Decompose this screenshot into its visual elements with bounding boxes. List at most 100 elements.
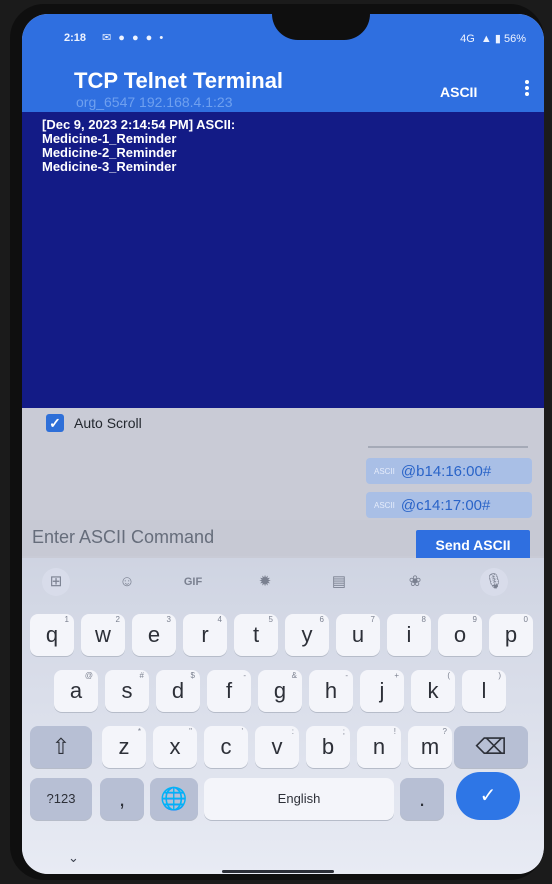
key-b[interactable]: b;: [306, 726, 350, 768]
camera-notch: [272, 14, 370, 40]
key-t[interactable]: t5: [234, 614, 278, 656]
key-hint: ): [498, 671, 501, 680]
key-e[interactable]: e3: [132, 614, 176, 656]
key-label: ⇧: [51, 734, 71, 759]
key-i[interactable]: i8: [387, 614, 431, 656]
key-label: f: [225, 678, 233, 703]
key-hint: ": [189, 727, 192, 736]
translate-icon[interactable]: ▤: [322, 568, 356, 596]
screen: 2:18 ✉ ● ● ● • 4G ▲ ▮ 56% TCP Telnet Ter…: [22, 14, 544, 874]
key-hint: @: [84, 671, 93, 680]
key-hint: 8: [421, 615, 426, 624]
comma-key[interactable]: ,: [100, 778, 144, 820]
keyboard-toolbar: ⊞ ☺ GIF ✹ ▤ ❀ 🎙: [22, 568, 544, 602]
key-y[interactable]: y6: [285, 614, 329, 656]
mic-icon[interactable]: 🎙: [480, 568, 508, 596]
terminal-line: Medicine-1_Reminder: [42, 131, 177, 146]
key-hint: ': [241, 727, 243, 736]
key-hint: 3: [166, 615, 171, 624]
history-value: @c14:17:00#: [400, 496, 491, 514]
key-label: ,: [118, 786, 126, 811]
terminal-output[interactable]: [Dec 9, 2023 2:14:54 PM] ASCII: Medicine…: [22, 112, 544, 408]
key-hint: 4: [217, 615, 222, 624]
check-icon[interactable]: ✓: [456, 772, 520, 820]
key-label: 🌐: [160, 786, 188, 811]
key-o[interactable]: o9: [438, 614, 482, 656]
key-label: y: [301, 622, 313, 647]
key-d[interactable]: d $: [156, 670, 200, 712]
key-q[interactable]: q1: [30, 614, 74, 656]
send-ascii-button[interactable]: Send ASCII: [416, 530, 530, 560]
key-label: x: [169, 734, 181, 759]
key-n[interactable]: n!: [357, 726, 401, 768]
ascii-command-input[interactable]: [32, 522, 412, 552]
settings-icon[interactable]: ✹: [248, 568, 282, 596]
backspace-icon[interactable]: ⌫: [454, 726, 528, 768]
key-label: i: [406, 622, 412, 647]
auto-scroll-toggle[interactable]: ✓ Auto Scroll: [46, 414, 142, 432]
gif-button[interactable]: GIF: [176, 568, 210, 596]
key-label: u: [351, 622, 365, 647]
sticker-icon[interactable]: ☺: [110, 568, 144, 596]
key-label: p: [504, 622, 518, 647]
key-hint: 7: [370, 615, 375, 624]
key-s[interactable]: s #: [105, 670, 149, 712]
key-hint: ?: [442, 727, 447, 736]
key-hint: -: [345, 671, 348, 680]
key-p[interactable]: p0: [489, 614, 533, 656]
key-g[interactable]: g &: [258, 670, 302, 712]
key-j[interactable]: j +: [360, 670, 404, 712]
key-label: ?123: [46, 791, 76, 806]
apps-icon[interactable]: ⊞: [42, 568, 70, 596]
symbols-key[interactable]: ?123: [30, 778, 92, 820]
network-label: 4G: [460, 33, 475, 45]
more-vert-icon[interactable]: [522, 78, 532, 100]
key-label: l: [481, 678, 487, 703]
key-r[interactable]: r4: [183, 614, 227, 656]
key-f[interactable]: f-: [207, 670, 251, 712]
key-label: j: [379, 678, 385, 703]
key-label: ⌫: [475, 734, 507, 759]
key-label: n: [372, 734, 386, 759]
globe-icon[interactable]: 🌐: [150, 778, 198, 820]
key-hint: 0: [523, 615, 528, 624]
key-u[interactable]: u7: [336, 614, 380, 656]
key-label: b: [321, 734, 335, 759]
key-c[interactable]: c ': [204, 726, 248, 768]
key-k[interactable]: k(: [411, 670, 455, 712]
key-x[interactable]: x ": [153, 726, 197, 768]
gesture-handle[interactable]: [222, 870, 334, 873]
key-hint: 9: [472, 615, 477, 624]
ascii-mode-button[interactable]: ASCII: [440, 84, 477, 100]
shift-icon[interactable]: ⇧: [30, 726, 92, 768]
key-hint: ;: [342, 727, 345, 736]
history-divider: [368, 446, 528, 448]
battery-label: 56%: [503, 33, 526, 45]
space-key[interactable]: English: [204, 778, 394, 820]
key-hint: $: [190, 671, 195, 680]
status-time: 2:18: [64, 32, 87, 44]
period-key[interactable]: .: [400, 778, 444, 820]
key-h[interactable]: h-: [309, 670, 353, 712]
key-l[interactable]: l): [462, 670, 506, 712]
terminal-line: Medicine-2_Reminder: [42, 145, 177, 160]
key-label: z: [118, 734, 130, 759]
palette-icon[interactable]: ❀: [398, 568, 432, 596]
nav-collapse-icon[interactable]: ⌄: [68, 850, 82, 865]
history-command[interactable]: ASCII @b14:16:00#: [366, 458, 532, 484]
app-bar: TCP Telnet Terminal org_6547 192.168.4.1…: [22, 54, 544, 112]
key-m[interactable]: m?: [408, 726, 452, 768]
terminal-line: [Dec 9, 2023 2:14:54 PM] ASCII:: [42, 117, 236, 132]
history-command[interactable]: ASCII @c14:17:00#: [366, 492, 532, 518]
key-label: m: [420, 734, 440, 759]
auto-scroll-checkbox[interactable]: ✓: [46, 414, 64, 432]
key-hint: 5: [268, 615, 273, 624]
key-v[interactable]: v:: [255, 726, 299, 768]
app-title: TCP Telnet Terminal: [74, 68, 284, 93]
key-z[interactable]: z *: [102, 726, 146, 768]
key-label: g: [273, 678, 287, 703]
key-label: .: [418, 786, 426, 811]
key-a[interactable]: a @: [54, 670, 98, 712]
terminal-line: Medicine-3_Reminder: [42, 159, 177, 174]
key-w[interactable]: w2: [81, 614, 125, 656]
